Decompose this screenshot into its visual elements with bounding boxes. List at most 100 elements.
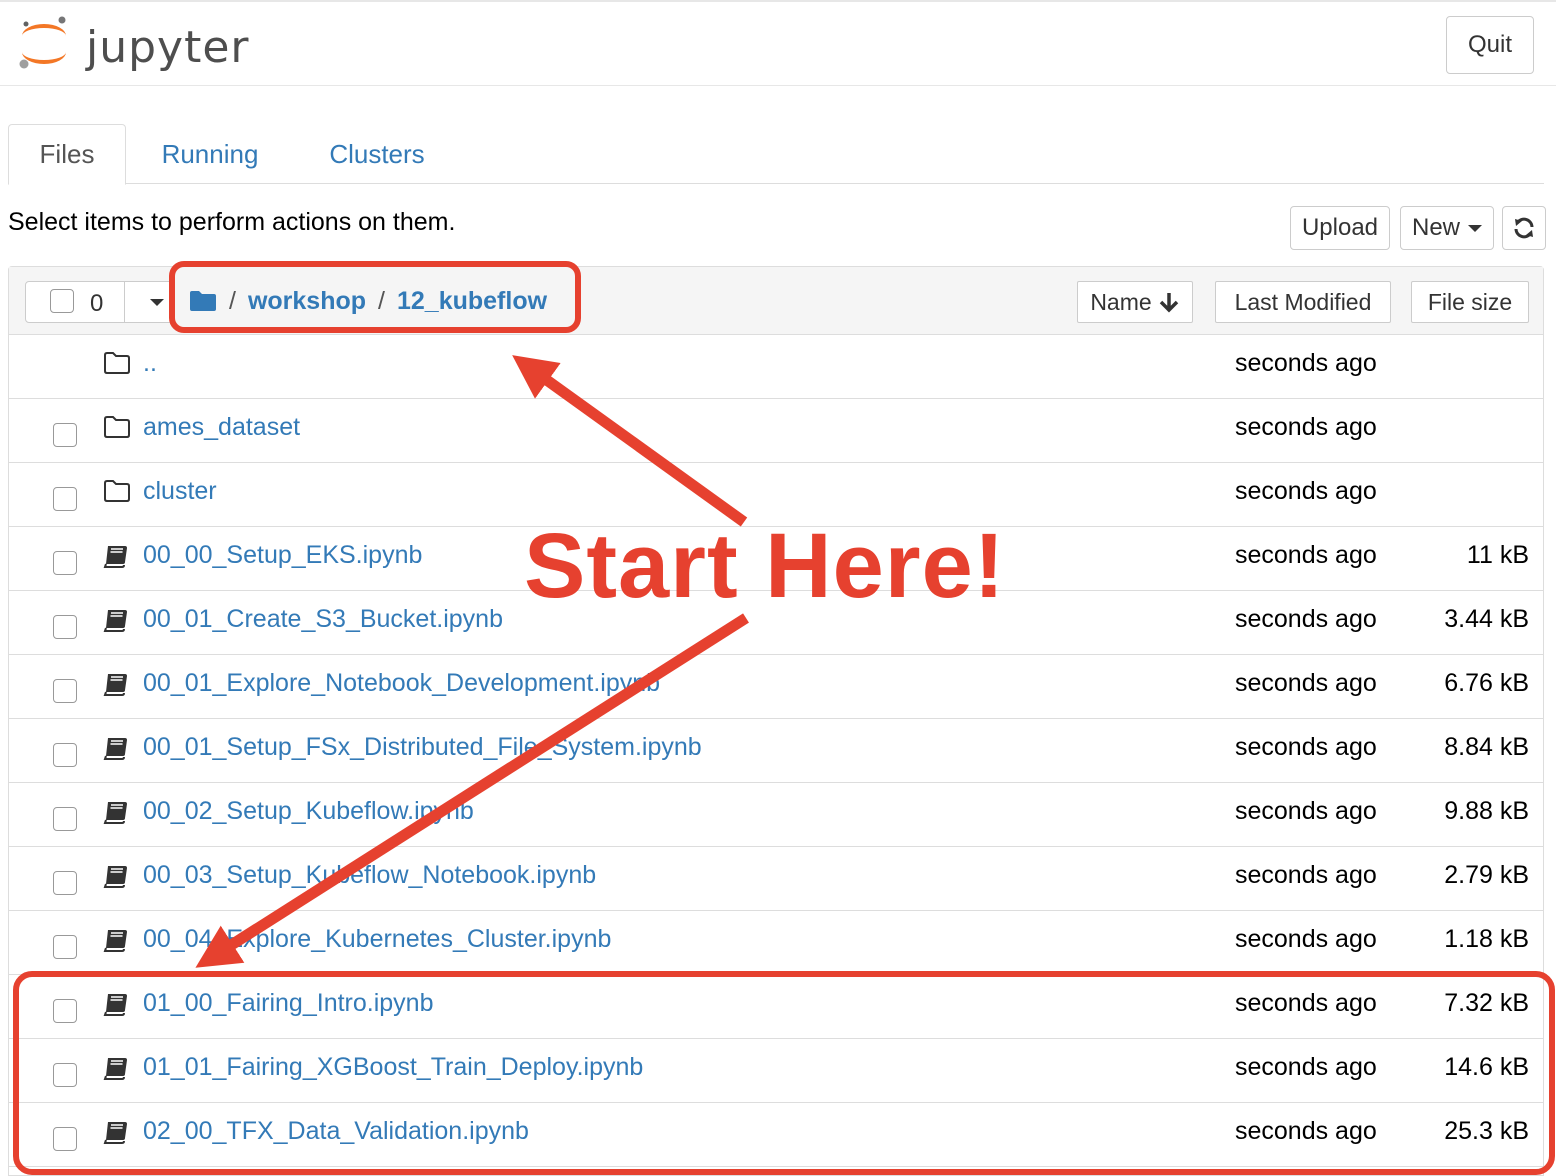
jupyter-wordmark: jupyter	[86, 22, 250, 73]
select-menu-caret-icon[interactable]	[150, 299, 164, 306]
file-size: 3.44 kB	[1444, 605, 1529, 633]
tab-bar: Files Running Clusters	[8, 124, 1544, 185]
row-checkbox[interactable]	[53, 679, 77, 703]
tab-running[interactable]: Running	[148, 124, 272, 184]
file-name-link[interactable]: cluster	[143, 477, 217, 506]
row-checkbox[interactable]	[53, 551, 77, 575]
file-row[interactable]: 01_01_Fairing_XGBoost_Train_Deploy.ipynb…	[9, 1039, 1543, 1103]
select-all-checkbox[interactable]	[50, 289, 74, 313]
file-name-link[interactable]: ..	[143, 349, 157, 378]
notebook-icon	[103, 671, 133, 699]
tab-files[interactable]: Files	[8, 124, 126, 185]
file-name-link[interactable]: 00_03_Setup_Kubeflow_Notebook.ipynb	[143, 861, 596, 890]
divider	[124, 282, 125, 322]
chevron-down-icon	[1468, 224, 1482, 232]
notebook-icon	[103, 543, 133, 571]
notebook-icon	[103, 991, 133, 1019]
start-here-callout: Start Here!	[524, 515, 1006, 617]
last-modified: seconds ago	[1235, 605, 1377, 633]
file-row[interactable]: 00_01_Setup_FSx_Distributed_File_System.…	[9, 719, 1543, 783]
refresh-button[interactable]	[1502, 206, 1546, 250]
file-name-link[interactable]: 00_01_Setup_FSx_Distributed_File_System.…	[143, 733, 702, 762]
last-modified: seconds ago	[1235, 989, 1377, 1017]
file-size: 2.79 kB	[1444, 861, 1529, 889]
last-modified: seconds ago	[1235, 541, 1377, 569]
last-modified: seconds ago	[1235, 861, 1377, 889]
notebook-icon	[103, 735, 133, 763]
file-list: 0 / workshop / 12_kubeflow Name Last Mod…	[8, 266, 1544, 1176]
row-checkbox[interactable]	[53, 807, 77, 831]
folder-home-icon[interactable]	[189, 290, 217, 312]
notebook-icon	[103, 927, 133, 955]
folder-icon	[103, 415, 133, 443]
file-row[interactable]: 02_00_TFX_Data_Validation.ipynb seconds a…	[9, 1103, 1543, 1167]
last-modified: seconds ago	[1235, 1053, 1377, 1081]
jupyter-logo-icon	[19, 16, 66, 69]
last-modified: seconds ago	[1235, 733, 1377, 761]
quit-button[interactable]: Quit	[1446, 16, 1534, 74]
last-modified: seconds ago	[1235, 925, 1377, 953]
last-modified: seconds ago	[1235, 413, 1377, 441]
file-row[interactable]: 00_02_Setup_Kubeflow.ipynb seconds ago 9.8…	[9, 783, 1543, 847]
file-row[interactable]: .. seconds ago	[9, 335, 1543, 399]
header: jupyter Quit	[0, 0, 1556, 86]
breadcrumb-workshop[interactable]: workshop	[248, 287, 366, 316]
tab-clusters[interactable]: Clusters	[312, 124, 442, 184]
file-name-link[interactable]: 02_00_TFX_Data_Validation.ipynb	[143, 1117, 529, 1146]
file-size: 7.32 kB	[1444, 989, 1529, 1017]
sort-by-name-button[interactable]: Name	[1077, 281, 1193, 323]
row-checkbox[interactable]	[53, 935, 77, 959]
file-row[interactable]: ames_dataset seconds ago	[9, 399, 1543, 463]
file-name-link[interactable]: 00_01_Create_S3_Bucket.ipynb	[143, 605, 503, 634]
file-name-link[interactable]: 00_00_Setup_EKS.ipynb	[143, 541, 422, 570]
breadcrumb-12-kubeflow[interactable]: 12_kubeflow	[397, 287, 547, 316]
file-name-link[interactable]: 01_01_Fairing_XGBoost_Train_Deploy.ipynb	[143, 1053, 643, 1082]
file-name-link[interactable]: 00_04_Explore_Kubernetes_Cluster.ipynb	[143, 925, 611, 954]
file-size: 6.76 kB	[1444, 669, 1529, 697]
row-checkbox[interactable]	[53, 615, 77, 639]
row-checkbox[interactable]	[53, 871, 77, 895]
file-size: 8.84 kB	[1444, 733, 1529, 761]
breadcrumb-separator: /	[229, 286, 236, 315]
file-size: 14.6 kB	[1444, 1053, 1529, 1081]
instructions-text: Select items to perform actions on them.	[8, 208, 456, 236]
notebook-icon	[103, 863, 133, 891]
file-name-link[interactable]: 00_01_Explore_Notebook_Development.ipynb	[143, 669, 660, 698]
sort-name-label: Name	[1090, 288, 1152, 315]
new-label: New	[1411, 214, 1460, 241]
file-name-link[interactable]: 01_00_Fairing_Intro.ipynb	[143, 989, 433, 1018]
file-size: 9.88 kB	[1444, 797, 1529, 825]
breadcrumb-separator: /	[378, 286, 385, 315]
breadcrumb: / workshop / 12_kubeflow	[189, 281, 547, 321]
file-row[interactable]: 00_04_Explore_Kubernetes_Cluster.ipynb se…	[9, 911, 1543, 975]
file-name-link[interactable]: 00_02_Setup_Kubeflow.ipynb	[143, 797, 474, 826]
row-checkbox[interactable]	[53, 1127, 77, 1151]
last-modified: seconds ago	[1235, 349, 1377, 377]
file-row[interactable]: 00_03_Setup_Kubeflow_Notebook.ipynb secon…	[9, 847, 1543, 911]
sort-by-file-size-button[interactable]: File size	[1411, 281, 1529, 323]
last-modified: seconds ago	[1235, 669, 1377, 697]
row-checkbox[interactable]	[53, 743, 77, 767]
notebook-icon	[103, 1055, 133, 1083]
sort-by-last-modified-button[interactable]: Last Modified	[1215, 281, 1391, 323]
row-checkbox[interactable]	[53, 487, 77, 511]
jupyter-logo[interactable]: jupyter	[14, 14, 254, 74]
new-dropdown-button[interactable]: New	[1400, 206, 1494, 250]
last-modified: seconds ago	[1235, 1117, 1377, 1145]
file-name-link[interactable]: ames_dataset	[143, 413, 300, 442]
file-row[interactable]: 00_01_Explore_Notebook_Development.ipynb…	[9, 655, 1543, 719]
file-size: 11 kB	[1466, 541, 1529, 569]
row-checkbox[interactable]	[53, 423, 77, 447]
last-modified: seconds ago	[1235, 797, 1377, 825]
file-size: 1.18 kB	[1444, 925, 1529, 953]
row-checkbox[interactable]	[53, 999, 77, 1023]
folder-icon	[103, 479, 133, 507]
last-modified: seconds ago	[1235, 477, 1377, 505]
upload-button[interactable]: Upload	[1290, 206, 1390, 250]
folder-icon	[103, 351, 133, 379]
list-header: 0 / workshop / 12_kubeflow Name Last Mod…	[9, 267, 1543, 335]
row-checkbox[interactable]	[53, 1063, 77, 1087]
file-row[interactable]: 01_00_Fairing_Intro.ipynb seconds ago 7.32…	[9, 975, 1543, 1039]
select-group: 0	[25, 281, 173, 323]
selected-count: 0	[90, 290, 104, 317]
